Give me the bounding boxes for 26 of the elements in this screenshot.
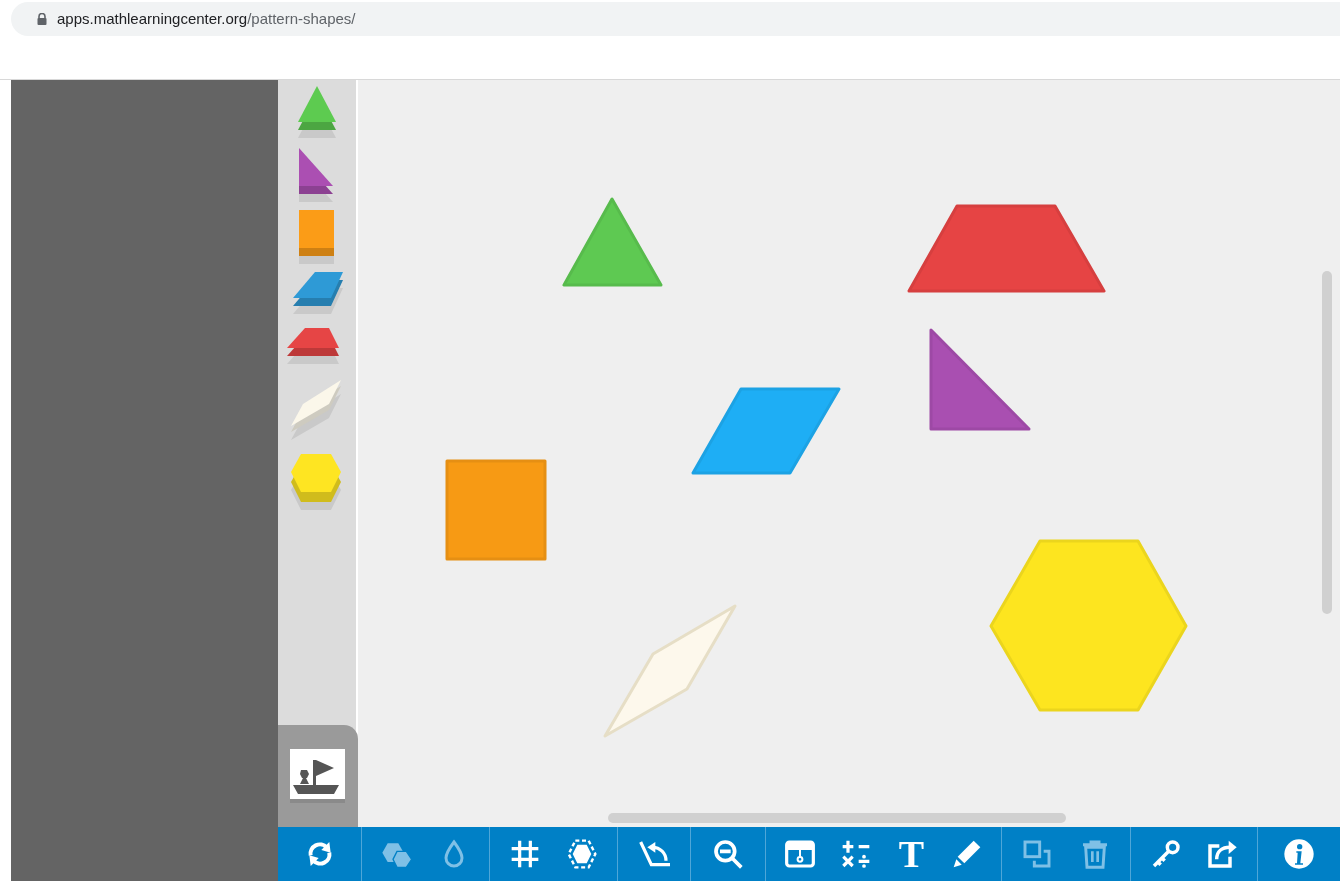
right-triangle-piece[interactable] <box>929 328 1031 431</box>
hexagon-tile-icon[interactable] <box>291 454 341 510</box>
rhombus-piece[interactable] <box>691 387 841 475</box>
dashed-hexagon-icon <box>566 838 598 870</box>
square-tile-icon[interactable] <box>299 210 334 264</box>
vertical-scrollbar[interactable] <box>1322 271 1332 614</box>
horizontal-scrollbar[interactable] <box>608 813 1066 823</box>
url-text: apps.mathlearningcenter.org/pattern-shapes/ <box>57 8 356 29</box>
boat-flag-icon <box>289 749 347 803</box>
address-bar[interactable]: apps.mathlearningcenter.org/pattern-shapes/ <box>11 2 1340 36</box>
trapezoid-tile-icon[interactable] <box>287 328 339 364</box>
trapezoid-piece[interactable] <box>907 204 1106 293</box>
grid-icon <box>509 838 541 870</box>
scene-button[interactable] <box>278 725 358 827</box>
rhombus-tile-icon[interactable] <box>293 272 343 314</box>
triangle-piece[interactable] <box>562 197 663 287</box>
share-icon <box>1206 838 1239 870</box>
zoom-out-icon <box>712 838 744 870</box>
panel-icon <box>783 838 816 870</box>
triangle-tile-icon[interactable] <box>298 86 336 138</box>
operations-icon <box>839 838 872 870</box>
info-icon <box>1283 838 1315 870</box>
lock-icon <box>37 13 47 25</box>
right-triangle-tile-icon[interactable] <box>299 148 333 202</box>
text-button[interactable]: T <box>889 832 934 876</box>
thin-rhombus-tile-icon[interactable] <box>291 380 341 440</box>
